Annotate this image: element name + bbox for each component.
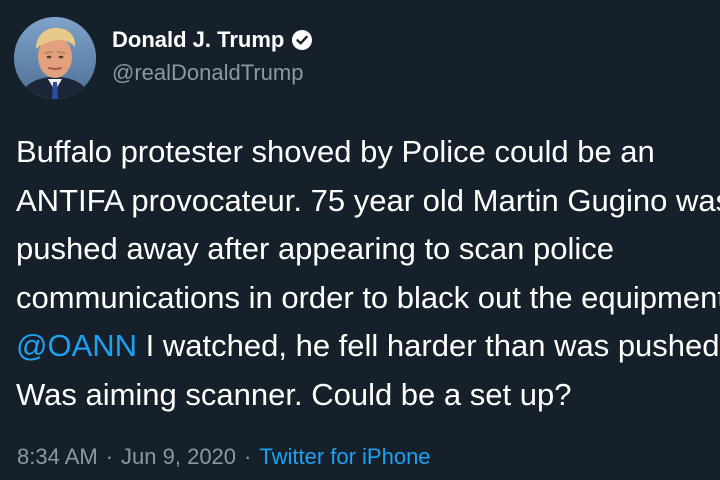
tweet-date[interactable]: Jun 9, 2020 [121, 444, 236, 469]
separator-dot: · [105, 444, 114, 469]
tweet-line: communications in order to black out the… [16, 279, 720, 315]
avatar-image [14, 17, 96, 99]
display-name[interactable]: Donald J. Trump [112, 27, 284, 53]
tweet-line: Buffalo protester shoved by Police could… [16, 134, 655, 169]
tweet-metadata: 8:34 AM · Jun 9, 2020 · Twitter for iPhone [17, 443, 431, 471]
author-handle[interactable]: @realDonaldTrump [112, 60, 303, 86]
avatar[interactable] [14, 17, 96, 99]
mention-link[interactable]: @OANN [16, 328, 137, 363]
tweet-line: pushed away after appearing to scan poli… [16, 231, 615, 267]
tweet-card: Donald J. Trump @realDonaldTrump Buffalo… [0, 0, 720, 480]
tweet-text: Buffalo protester shoved by Police could… [16, 128, 720, 420]
tweet-line-text: I watched, he fell harder than was pushe… [137, 328, 720, 364]
author-name-row[interactable]: Donald J. Trump [112, 27, 313, 53]
tweet-source-link[interactable]: Twitter for iPhone [259, 444, 430, 469]
tweet-time[interactable]: 8:34 AM [17, 444, 98, 469]
tweet-line: ANTIFA provocateur. 75 year old Martin G… [16, 182, 720, 218]
tweet-line: Was aiming scanner. Could be a set up? [16, 376, 572, 412]
tweet-line: @OANN I watched, he fell harder than was… [16, 322, 720, 371]
verified-badge-icon [291, 29, 313, 51]
separator-dot: · [244, 444, 252, 469]
